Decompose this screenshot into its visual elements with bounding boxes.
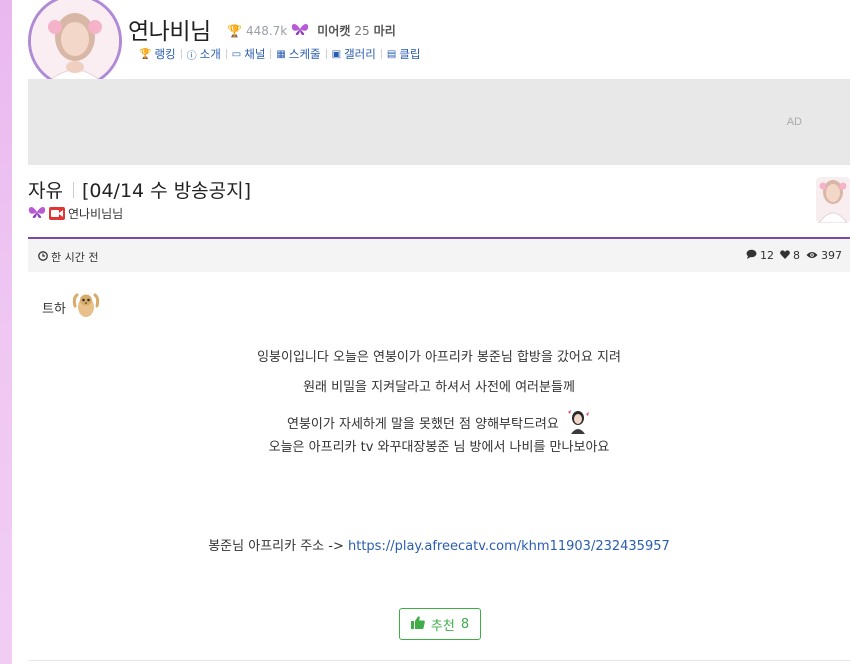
bottom-divider [28, 660, 850, 661]
post-category[interactable]: 자유 [28, 176, 63, 203]
profile-nav: 🏆 랭킹 ⓘ 소개 ▭ 채널 ▦ 스케줄 ▣ 갤러리 ▤ 클립 [134, 46, 425, 62]
heart-icon [780, 249, 790, 262]
nav-intro[interactable]: ⓘ 소개 [182, 46, 226, 62]
comment-stat[interactable]: 12 [746, 249, 774, 262]
nav-intro-label: 소개 [199, 47, 221, 61]
content-line: 원래 비밀을 지켜달라고 하셔서 사전에 여러분들께 [303, 380, 575, 395]
profile-meta: 🏆 448.7k 미어캣 25 마리 [227, 22, 396, 39]
ad-banner[interactable]: AD [28, 79, 850, 165]
link-line: 봉준님 아프리카 주소 -> https://play.afreecatv.co… [28, 535, 850, 554]
trophy-count: 448.7k [245, 23, 288, 38]
meerkat-emoticon-icon [72, 292, 100, 322]
fans-unit: 마리 [373, 24, 396, 38]
trophy-icon: 🏆 [139, 48, 152, 60]
post-author[interactable]: 연나비님님 [68, 205, 123, 222]
greeting-text: 트하 [42, 301, 66, 317]
view-stat: 397 [806, 249, 842, 262]
info-icon: ⓘ [186, 50, 197, 62]
afreeca-link[interactable]: https://play.afreecatv.com/khm11903/2324… [348, 539, 670, 554]
comment-icon [746, 249, 757, 262]
live-camera-icon [49, 207, 65, 220]
like-count: 8 [793, 249, 800, 262]
comment-count: 12 [760, 249, 774, 262]
post-content-lines: 잉붕이입니다 오늘은 연붕이가 아프리카 봉준님 합방을 갔어요 지려 원래 비… [28, 348, 850, 468]
content-line-text: 연붕이가 자세하게 말을 못했던 점 양해부탁드려요 [287, 417, 559, 432]
nav-gallery[interactable]: ▣ 갤러리 [327, 46, 381, 62]
post-header: 자유 [04/14 수 방송공지] [28, 176, 251, 203]
ad-label: AD [786, 116, 802, 128]
clock-icon [38, 250, 48, 264]
nav-schedule[interactable]: ▦ 스케줄 [271, 46, 325, 62]
eye-icon [806, 249, 818, 262]
recommend-button[interactable]: 추천 8 [399, 608, 481, 640]
nav-clip-label: 클립 [399, 47, 421, 61]
nav-clip[interactable]: ▤ 클립 [382, 46, 426, 62]
nav-gallery-label: 갤러리 [344, 47, 376, 61]
fans-label: 미어캣 [317, 24, 351, 38]
trophy-icon: 🏆 [227, 23, 242, 38]
profile-name: 연나비님 [128, 19, 211, 45]
nav-schedule-label: 스케줄 [288, 47, 321, 61]
post-time: 한 시간 전 [38, 249, 98, 265]
thumbs-up-icon [410, 615, 425, 633]
author-thumbnail[interactable] [816, 177, 850, 223]
recommend-count: 8 [460, 616, 470, 632]
content-line: 잉붕이입니다 오늘은 연붕이가 아프리카 봉준님 합방을 갔어요 지려 [257, 350, 621, 365]
post-info-bar: 한 시간 전 12 8 397 [28, 239, 850, 272]
calendar-icon: ▦ [276, 48, 286, 60]
post-stats: 12 8 397 [746, 249, 842, 262]
butterfly-icon [291, 22, 309, 39]
image-icon: ▣ [331, 48, 342, 60]
nav-ranking[interactable]: 🏆 랭킹 [134, 46, 181, 62]
view-count: 397 [821, 249, 842, 262]
link-prefix: 봉준님 아프리카 주소 -> [208, 539, 344, 554]
nav-channel-label: 채널 [244, 47, 266, 61]
greeting-row: 트하 [42, 292, 100, 322]
channel-icon: ▭ [231, 48, 242, 60]
post-time-text: 한 시간 전 [51, 251, 99, 264]
author-row: 연나비님님 [28, 205, 123, 222]
nav-ranking-label: 랭킹 [154, 47, 176, 61]
content-line: 오늘은 아프리카 tv 와꾸대장봉준 님 방에서 나비를 만나보아요 [268, 440, 610, 455]
fans-count: 25 [354, 23, 370, 38]
content-line: 연붕이가 자세하게 말을 못했던 점 양해부탁드려요 [28, 408, 850, 438]
girl-sticker-icon [564, 408, 591, 441]
film-icon: ▤ [386, 48, 397, 60]
like-stat: 8 [780, 249, 800, 262]
category-separator [72, 182, 74, 198]
butterfly-icon [28, 205, 46, 222]
post-title: [04/14 수 방송공지] [81, 180, 252, 202]
recommend-label: 추천 [430, 618, 455, 634]
nav-channel[interactable]: ▭ 채널 [227, 46, 271, 62]
